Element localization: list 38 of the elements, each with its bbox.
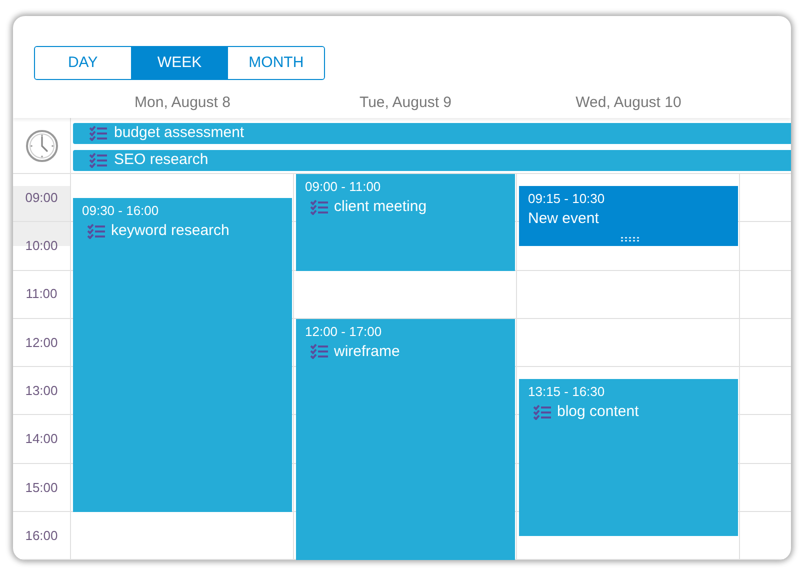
clock-icon <box>24 128 58 162</box>
checklist-icon <box>89 153 108 168</box>
day-header: Mon, August 8 <box>134 93 230 113</box>
checklist-icon <box>533 404 552 420</box>
all-day-event[interactable]: budget assessment <box>73 123 791 144</box>
event-time: 09:15 - 10:30 <box>528 191 605 206</box>
event-title: New event <box>528 209 599 230</box>
time-label: 10:00 <box>25 237 58 256</box>
event-title: wireframe <box>334 342 400 362</box>
event-block[interactable]: 09:00 - 11:00 client meeting <box>296 174 515 271</box>
event-block[interactable]: 09:15 - 10:30 New event <box>519 186 738 246</box>
event-time: 09:00 - 11:00 <box>305 179 381 194</box>
checklist-icon <box>310 200 329 214</box>
checklist-icon <box>87 224 106 239</box>
view-tab[interactable]: MONTH <box>227 47 324 79</box>
event-block[interactable]: 12:00 - 17:00 wireframe <box>296 318 515 560</box>
view-tab[interactable]: WEEK <box>130 47 228 79</box>
day-header: Wed, August 10 <box>576 93 682 113</box>
time-label: 12:00 <box>25 334 58 352</box>
time-label: 14:00 <box>25 430 58 448</box>
event-block[interactable]: 13:15 - 16:30 blog content <box>519 379 738 536</box>
event-block[interactable]: 09:30 - 16:00 keyword research <box>73 198 292 512</box>
grip-icon[interactable] <box>620 237 640 242</box>
checklist-icon <box>89 126 108 141</box>
event-time: 13:15 - 16:30 <box>528 384 605 400</box>
event-title: client meeting <box>334 197 427 217</box>
event-title: blog content <box>557 402 639 422</box>
event-time: 09:30 - 16:00 <box>82 203 159 218</box>
event-time: 12:00 - 17:00 <box>305 324 382 339</box>
time-label: 15:00 <box>25 478 58 497</box>
day-header: Tue, August 9 <box>359 93 452 113</box>
time-label: 16:00 <box>25 526 58 545</box>
all-day-event[interactable]: SEO research <box>73 150 791 171</box>
time-label: 11:00 <box>26 285 58 304</box>
time-label: 09:00 <box>25 188 58 207</box>
checklist-icon <box>310 344 329 360</box>
time-label: 13:00 <box>25 382 58 400</box>
event-title: keyword research <box>111 221 230 242</box>
